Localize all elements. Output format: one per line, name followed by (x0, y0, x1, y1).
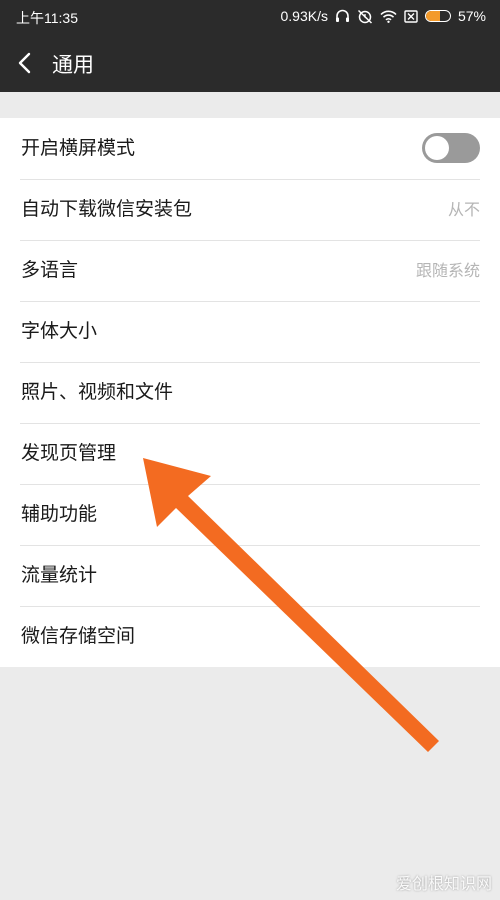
setting-label: 辅助功能 (21, 503, 98, 525)
no-sim-icon (404, 9, 418, 23)
battery-level (425, 11, 440, 21)
setting-value: 跟随系统 (415, 261, 480, 280)
setting-media-files[interactable]: 照片、视频和文件 (0, 362, 500, 423)
setting-label: 自动下载微信安装包 (21, 198, 193, 220)
page-title: 通用 (52, 53, 94, 77)
status-bar: 上午11:35 0.93K/s 57% (0, 0, 500, 34)
setting-label: 字体大小 (21, 320, 98, 342)
setting-accessibility[interactable]: 辅助功能 (0, 484, 500, 545)
setting-landscape-mode[interactable]: 开启横屏模式 (0, 118, 500, 179)
watermark: 爱创根知识网 (395, 874, 492, 893)
status-icons: 0.93K/s 57% (280, 8, 486, 24)
alarm-off-icon (357, 9, 373, 24)
back-button[interactable] (12, 46, 42, 80)
setting-label: 开启横屏模式 (21, 137, 136, 159)
setting-language[interactable]: 多语言 跟随系统 (0, 240, 500, 301)
network-speed: 0.93K/s (280, 8, 328, 24)
wifi-icon (380, 10, 397, 23)
battery-icon (424, 10, 451, 22)
headphones-icon (335, 9, 350, 23)
chevron-left-icon (12, 52, 42, 84)
setting-label: 照片、视频和文件 (21, 381, 174, 403)
setting-label: 发现页管理 (21, 442, 117, 464)
setting-label: 微信存储空间 (21, 625, 136, 647)
header-bar: 通用 (0, 34, 500, 92)
settings-list: 开启横屏模式 自动下载微信安装包 从不 多语言 跟随系统 字体大小 照片、视频和… (0, 118, 500, 667)
battery-percent: 57% (457, 8, 486, 24)
toggle-knob (425, 136, 449, 160)
setting-value: 从不 (447, 200, 480, 219)
setting-auto-download[interactable]: 自动下载微信安装包 从不 (0, 179, 500, 240)
setting-font-size[interactable]: 字体大小 (0, 301, 500, 362)
status-time: 上午11:35 (16, 10, 78, 26)
setting-label: 流量统计 (21, 564, 98, 586)
setting-data-usage[interactable]: 流量统计 (0, 545, 500, 606)
setting-discover-management[interactable]: 发现页管理 (0, 423, 500, 484)
setting-label: 多语言 (21, 259, 79, 281)
setting-storage[interactable]: 微信存储空间 (0, 606, 500, 667)
landscape-toggle[interactable] (422, 133, 480, 163)
